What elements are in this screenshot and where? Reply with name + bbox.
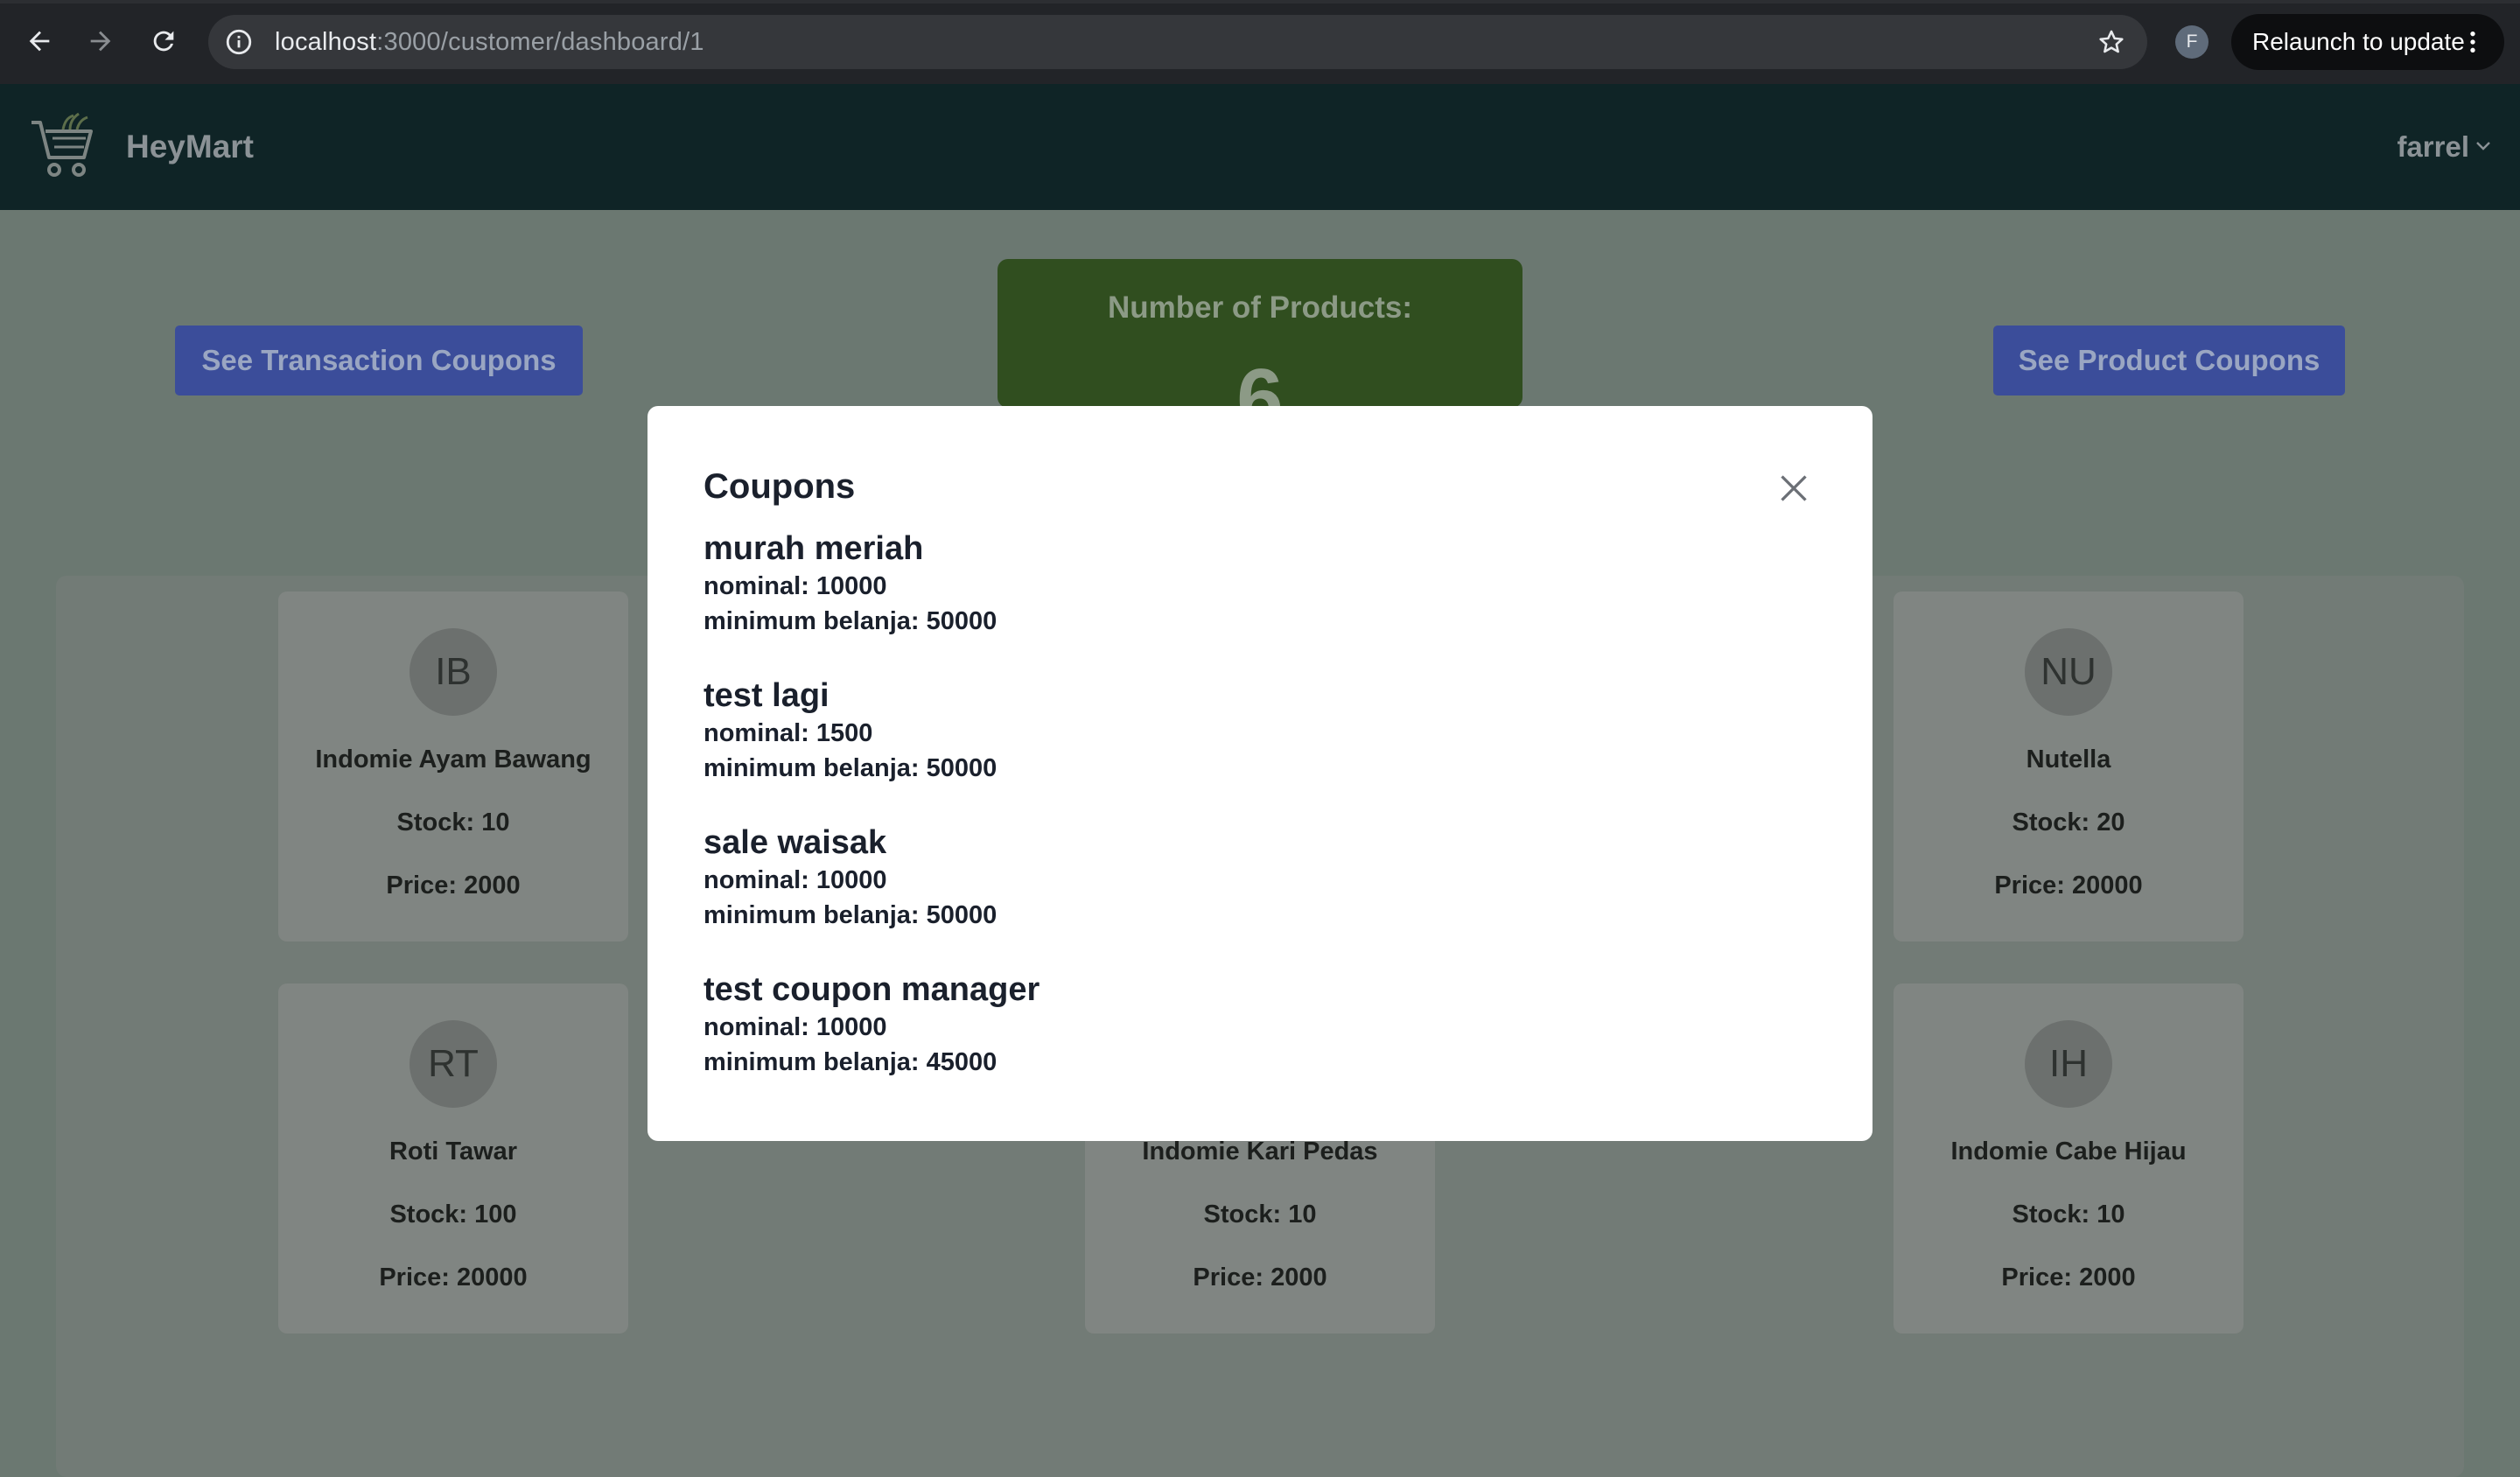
forward-button[interactable] (80, 21, 121, 61)
more-menu-icon (2470, 32, 2475, 52)
coupon-item: sale waisak nominal: 10000 minimum belan… (704, 822, 997, 933)
address-bar[interactable]: localhost:3000/customer/dashboard/1 (208, 15, 2147, 69)
see-product-coupons-button[interactable]: See Product Coupons (1993, 326, 2345, 396)
coupon-nominal: nominal: 10000 (704, 866, 887, 894)
product-avatar: NU (2025, 628, 2112, 716)
modal-title: Coupons (704, 467, 856, 506)
coupon-minimum: minimum belanja: 50000 (704, 607, 998, 635)
site-info-icon[interactable] (224, 27, 254, 57)
close-icon[interactable] (1778, 472, 1810, 504)
product-price: Price: 20000 (1994, 872, 2143, 900)
relaunch-button[interactable]: Relaunch to update (2231, 14, 2504, 70)
product-avatar: IH (2025, 1020, 2112, 1108)
product-card[interactable]: IB Indomie Ayam Bawang Stock: 10 Price: … (278, 592, 628, 942)
bookmark-star-icon[interactable] (2096, 27, 2126, 57)
product-stock: Stock: 20 (2012, 808, 2125, 836)
product-price: Price: 2000 (2001, 1264, 2136, 1292)
brand-name[interactable]: HeyMart (126, 84, 254, 210)
product-stock: Stock: 10 (2012, 1200, 2125, 1228)
product-name: Indomie Kari Pedas (1142, 1138, 1378, 1166)
chevron-down-icon[interactable] (2473, 135, 2494, 156)
product-name: Indomie Cabe Hijau (1950, 1138, 2187, 1166)
product-name: Roti Tawar (388, 1138, 518, 1166)
see-transaction-coupons-button[interactable]: See Transaction Coupons (175, 326, 583, 396)
product-card[interactable]: RT Roti Tawar Stock: 100 Price: 20000 (278, 984, 628, 1334)
app-navbar: HeyMart farrel (0, 84, 2520, 210)
relaunch-label: Relaunch to update (2252, 28, 2465, 55)
product-name: Nutella (2026, 746, 2111, 774)
product-stock: Stock: 10 (396, 808, 510, 836)
user-menu[interactable]: farrel (2397, 84, 2469, 210)
product-name: Indomie Ayam Bawang (315, 746, 592, 774)
coupon-nominal: nominal: 10000 (704, 1013, 887, 1041)
coupon-minimum: minimum belanja: 45000 (704, 1048, 998, 1076)
coupon-nominal: nominal: 1500 (704, 719, 873, 747)
reload-icon (153, 31, 174, 52)
browser-toolbar: localhost:3000/customer/dashboard/1 F Re… (0, 0, 2520, 84)
tab-strip-edge (0, 0, 2520, 4)
cart-logo-icon[interactable] (30, 108, 94, 178)
product-avatar: RT (410, 1020, 497, 1108)
coupon-nominal: nominal: 10000 (704, 572, 887, 600)
product-count-card: Number of Products: 6 (998, 259, 1522, 441)
profile-avatar[interactable]: F (2175, 25, 2208, 59)
coupon-name: murah meriah (704, 530, 924, 567)
product-price: Price: 2000 (1193, 1264, 1327, 1292)
product-price: Price: 20000 (379, 1264, 528, 1292)
coupon-name: test coupon manager (704, 971, 1040, 1008)
back-arrow-icon (29, 31, 50, 52)
coupon-minimum: minimum belanja: 50000 (704, 901, 998, 929)
back-button[interactable] (19, 21, 60, 61)
coupon-item: murah meriah nominal: 10000 minimum bela… (704, 528, 997, 639)
product-stock: Stock: 10 (1203, 1200, 1317, 1228)
product-card[interactable]: NU Nutella Stock: 20 Price: 20000 (1894, 592, 2244, 942)
product-count-label: Number of Products: (1107, 290, 1413, 325)
url-path: :3000/customer/dashboard/1 (376, 28, 704, 56)
coupon-item: test lagi nominal: 1500 minimum belanja:… (704, 676, 997, 786)
url-host: localhost (275, 28, 377, 56)
reload-button[interactable] (144, 21, 184, 61)
product-price: Price: 2000 (386, 872, 521, 900)
url-text: localhost:3000/customer/dashboard/1 (275, 15, 704, 69)
product-avatar: IB (410, 628, 497, 716)
coupon-name: test lagi (704, 677, 830, 714)
coupons-modal: Coupons murah meriah nominal: 10000 mini… (648, 406, 1872, 1141)
forward-arrow-icon (90, 31, 111, 52)
product-card[interactable]: IH Indomie Cabe Hijau Stock: 10 Price: 2… (1894, 984, 2244, 1334)
coupon-item: test coupon manager nominal: 10000 minim… (704, 970, 1040, 1080)
product-stock: Stock: 100 (389, 1200, 517, 1228)
coupon-name: sale waisak (704, 824, 887, 861)
coupon-minimum: minimum belanja: 50000 (704, 754, 998, 782)
